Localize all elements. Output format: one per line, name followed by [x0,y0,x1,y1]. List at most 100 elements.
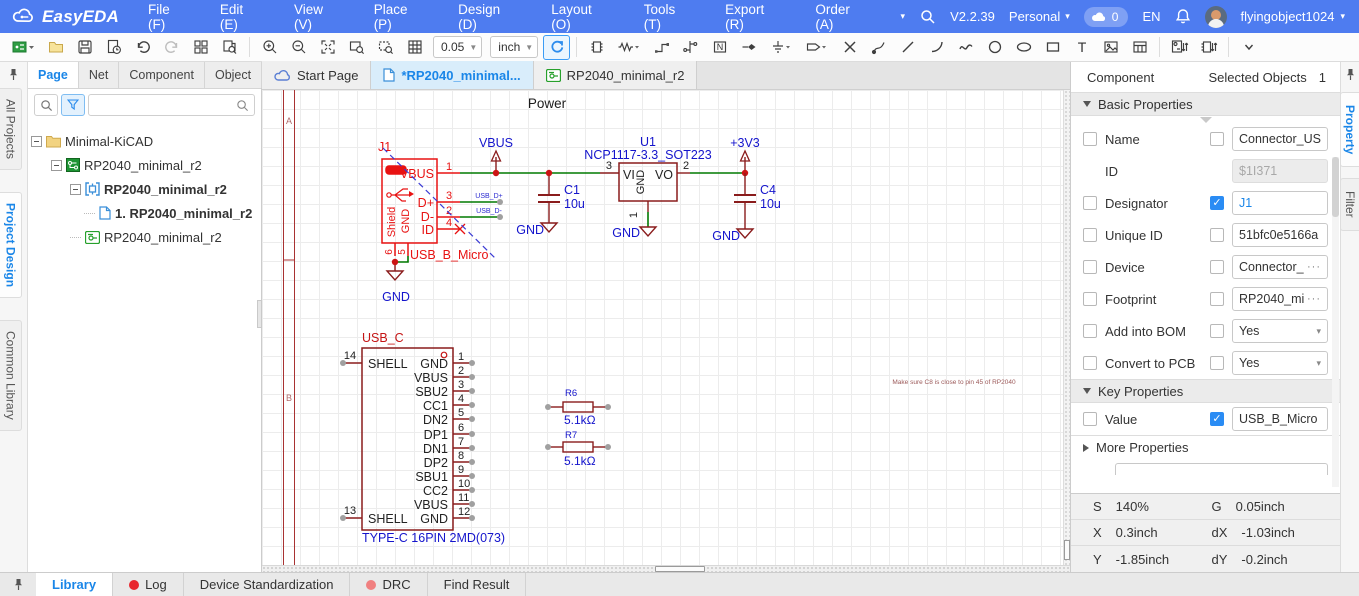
ellipsis-button[interactable]: ··· [1307,261,1321,273]
save-button[interactable] [71,35,98,60]
tree-search-field[interactable] [94,98,236,112]
menu-order[interactable]: Order (A) [800,0,885,33]
place-text-button[interactable]: T [1068,35,1095,60]
tab-drc[interactable]: DRC [350,573,427,596]
menu-design[interactable]: Design (D) [443,0,536,33]
zoom-window-button[interactable] [343,35,370,60]
fit-screen-button[interactable] [314,35,341,60]
device-input[interactable]: Connector_··· [1232,255,1328,279]
user-menu[interactable]: flyingobject1024▾ [1241,9,1346,24]
tab-log[interactable]: Log [113,573,184,596]
value-checkbox[interactable] [1083,412,1097,426]
pin-panel-icon[interactable] [14,578,23,591]
place-noconnect-button[interactable] [836,35,863,60]
notifications-bell-icon[interactable] [1175,8,1191,25]
toolbar-more-chevron-icon[interactable] [1235,35,1262,60]
tree-item-schematic-page[interactable]: 1. RP2040_minimal_r2 [28,201,261,225]
language-selector[interactable]: EN [1142,9,1160,24]
designator-value-checkbox[interactable]: ✓ [1210,196,1224,210]
tab-project-design[interactable]: Project Design [0,192,22,298]
pcb-value-checkbox[interactable] [1210,356,1224,370]
usbc-connector[interactable] [340,348,475,530]
menu-export[interactable]: Export (R) [710,0,800,33]
bom-select[interactable]: Yes▾ [1232,319,1328,343]
search-icon[interactable] [920,9,936,25]
pcb-checkbox[interactable] [1083,356,1097,370]
draw-rect-button[interactable] [1039,35,1066,60]
tree-search-input[interactable] [88,94,255,116]
place-ground-button[interactable] [764,35,798,60]
menu-view[interactable]: View (V) [279,0,359,33]
device-checkbox[interactable] [1083,260,1097,274]
section-key-properties[interactable]: Key Properties [1071,379,1340,403]
menu-file[interactable]: File (F) [133,0,205,33]
section-basic-properties[interactable]: Basic Properties [1071,92,1340,116]
place-component-button[interactable] [583,35,610,60]
draw-pen-button[interactable] [865,35,892,60]
tree-search-button[interactable] [34,94,58,116]
account-type-menu[interactable]: Personal▾ [1009,9,1070,24]
place-netflag-button[interactable] [735,35,762,60]
footprint-checkbox[interactable] [1083,292,1097,306]
footprint-value-checkbox[interactable] [1210,292,1224,306]
tab-all-projects[interactable]: All Projects [0,88,22,170]
tab-object[interactable]: Object [205,62,262,88]
grid-settings-button[interactable] [401,35,428,60]
name-value-checkbox[interactable] [1210,132,1224,146]
menu-tools[interactable]: Tools (T) [629,0,710,33]
draw-arc-button[interactable] [923,35,950,60]
cloud-usage-badge[interactable]: 0 [1084,7,1129,27]
tab-start-page[interactable]: Start Page [262,61,371,89]
expander-icon[interactable] [31,136,42,147]
draw-line-button[interactable] [894,35,921,60]
value-value-checkbox[interactable]: ✓ [1210,412,1224,426]
expander-icon[interactable] [70,184,81,195]
tab-component[interactable]: Component [119,62,205,88]
draw-ellipse-button[interactable] [1010,35,1037,60]
reuse-block-button[interactable] [1195,35,1222,60]
undo-button[interactable] [129,35,156,60]
symbol-wizard-button[interactable] [1166,35,1193,60]
device-value-checkbox[interactable] [1210,260,1224,274]
zoom-in-button[interactable] [256,35,283,60]
tree-item-folder[interactable]: Minimal-KiCAD [28,129,261,153]
canvas-horizontal-scrollbar[interactable] [262,565,1070,572]
pcb-select[interactable]: Yes▾ [1232,351,1328,375]
save-as-history-button[interactable] [100,35,127,60]
place-wire-button[interactable] [648,35,675,60]
redo-button[interactable] [158,35,185,60]
bom-value-checkbox[interactable] [1210,324,1224,338]
tree-filter-button[interactable] [61,94,85,116]
pin-panel-icon[interactable] [9,68,18,81]
place-image-button[interactable] [1097,35,1124,60]
grid-size-select[interactable]: 0.05▼ [433,36,482,58]
thumbnail-manager-button[interactable] [187,35,214,60]
draw-spline-button[interactable] [952,35,979,60]
tab-net[interactable]: Net [79,62,119,88]
tree-item-pcb-doc[interactable]: RP2040_minimal_r2 [28,225,261,249]
unique-id-checkbox[interactable] [1083,228,1097,242]
zoom-selection-button[interactable] [372,35,399,60]
new-design-button[interactable] [6,35,40,60]
menu-edit[interactable]: Edit (E) [205,0,279,33]
bom-checkbox[interactable] [1083,324,1097,338]
rotate-tool-button[interactable] [543,35,570,60]
place-resistor-button[interactable] [612,35,646,60]
value-input[interactable]: USB_B_Micro [1232,407,1328,431]
tab-pcb-doc[interactable]: RP2040_minimal_r2 [534,61,698,89]
tab-property[interactable]: Property [1340,92,1359,167]
schematic-canvas[interactable]: A B Power [262,90,1070,565]
find-similar-button[interactable] [216,35,243,60]
menu-place[interactable]: Place (P) [359,0,443,33]
unique-id-value-checkbox[interactable] [1210,228,1224,242]
place-netlabel-button[interactable]: N [706,35,733,60]
place-sheet-button[interactable] [1126,35,1153,60]
ellipsis-button[interactable]: ··· [1307,293,1321,305]
name-checkbox[interactable] [1083,132,1097,146]
r7-resistor[interactable] [545,442,611,452]
designator-input[interactable]: J1 [1232,191,1328,215]
tab-filter[interactable]: Filter [1340,178,1359,231]
avatar[interactable] [1205,6,1227,28]
open-folder-button[interactable] [42,35,69,60]
tab-schematic-doc[interactable]: *RP2040_minimal... [371,61,533,89]
